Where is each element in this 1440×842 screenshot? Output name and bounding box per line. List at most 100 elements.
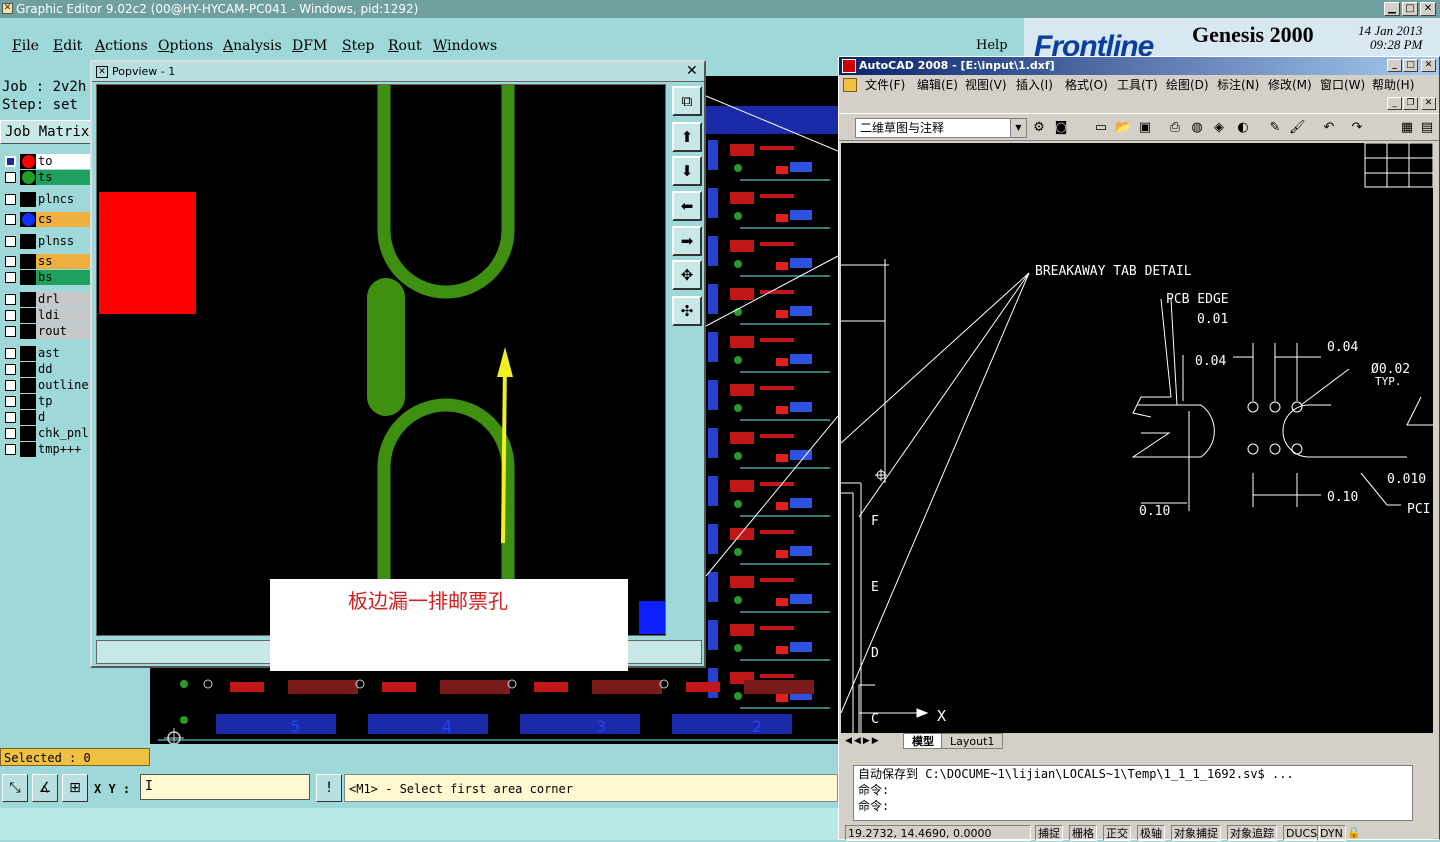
pan-right-icon[interactable]: ➡ <box>672 226 702 256</box>
lock-icon[interactable]: 🔒 <box>1347 825 1361 841</box>
autocad-drawing-area[interactable]: BREAKAWAY TAB DETAIL PCB EDGE 0.01 0.04 … <box>841 143 1433 733</box>
layer-checkbox[interactable] <box>5 412 16 423</box>
grid-icon[interactable]: ⊞ <box>62 774 88 802</box>
layer-name[interactable]: dd <box>36 362 92 377</box>
layer-checkbox[interactable] <box>5 364 16 375</box>
properties-icon[interactable]: ▤ <box>1419 120 1435 136</box>
layer-checkbox[interactable] <box>5 236 16 247</box>
window-menu-icon[interactable]: ✕ <box>96 66 108 78</box>
layer-checkbox[interactable] <box>5 326 16 337</box>
design-center-icon[interactable]: ▦ <box>1399 120 1415 136</box>
layer-checkbox[interactable] <box>5 272 16 283</box>
tab-model[interactable]: 模型 <box>903 733 943 749</box>
menu-rout[interactable]: Rout <box>388 38 422 54</box>
ac-menu-dimension[interactable]: 标注(N) <box>1217 75 1259 95</box>
status-dyn[interactable]: DYN <box>1317 825 1346 841</box>
layer-row-dd[interactable]: dd <box>0 362 92 377</box>
close-button[interactable]: ✕ <box>1420 2 1436 16</box>
layer-name[interactable]: ldi <box>36 308 92 323</box>
doc-restore-button[interactable]: ❐ <box>1403 97 1418 110</box>
status-polar[interactable]: 极轴 <box>1137 825 1165 841</box>
doc-icon[interactable] <box>843 78 857 92</box>
layer-row-ldi[interactable]: ldi <box>0 308 92 323</box>
save-icon[interactable]: ▣ <box>1137 120 1153 136</box>
plot-preview-icon[interactable]: ◍ <box>1189 120 1205 136</box>
layer-checkbox[interactable] <box>5 294 16 305</box>
workspace-settings-icon[interactable]: ⚙ <box>1031 120 1047 136</box>
menu-dfm[interactable]: DFM <box>292 38 327 54</box>
job-matrix-button[interactable]: Job Matrix <box>0 120 92 144</box>
status-otrack[interactable]: 对象追踪 <box>1227 825 1277 841</box>
layer-name[interactable]: bs <box>36 270 92 285</box>
status-ducs[interactable]: DUCS <box>1283 825 1321 841</box>
popview-close-button[interactable]: ✕ <box>686 64 698 78</box>
tab-layout1[interactable]: Layout1 <box>941 733 1004 749</box>
undo-icon[interactable]: ↶ <box>1321 120 1337 136</box>
layer-name[interactable]: ts <box>36 170 92 185</box>
autocad-close-button[interactable]: ✕ <box>1421 59 1436 72</box>
layer-name[interactable]: tmp+++ <box>36 442 92 457</box>
layer-name[interactable]: outline <box>36 378 92 393</box>
menu-analysis[interactable]: Analysis <box>223 38 282 54</box>
status-grid[interactable]: 栅格 <box>1069 825 1097 841</box>
ac-menu-window[interactable]: 窗口(W) <box>1320 75 1365 95</box>
ac-menu-insert[interactable]: 插入(I) <box>1016 75 1053 95</box>
layer-name[interactable]: tp <box>36 394 92 409</box>
redo-icon[interactable]: ↷ <box>1349 120 1365 136</box>
doc-close-button[interactable]: ✕ <box>1421 97 1436 110</box>
pan-down-icon[interactable]: ⬇ <box>672 156 702 186</box>
layer-checkbox[interactable] <box>5 214 16 225</box>
pan-up-icon[interactable]: ⬆ <box>672 122 702 152</box>
layer-row-ts[interactable]: ts <box>0 170 92 185</box>
drawing-scrollbar[interactable] <box>1433 143 1439 733</box>
layer-row-ast[interactable]: ast <box>0 346 92 361</box>
layer-name[interactable]: drl <box>36 292 92 307</box>
camera-icon[interactable]: ◙ <box>1053 120 1069 136</box>
layer-checkbox[interactable] <box>5 194 16 205</box>
layer-row-to[interactable]: to <box>0 154 92 169</box>
layer-checkbox[interactable] <box>5 310 16 321</box>
autocad-minimize-button[interactable]: _ <box>1387 59 1402 72</box>
menu-step[interactable]: Step <box>342 38 374 54</box>
cmd-line-3[interactable]: 命令: <box>858 798 1412 814</box>
minimize-button[interactable]: ▁ <box>1384 2 1400 16</box>
plot-icon[interactable]: ⎙ <box>1167 120 1183 136</box>
new-icon[interactable]: ▭ <box>1093 120 1109 136</box>
status-snap[interactable]: 捕捉 <box>1035 825 1063 841</box>
layer-checkbox[interactable] <box>5 396 16 407</box>
ac-menu-draw[interactable]: 绘图(D) <box>1166 75 1209 95</box>
layer-row-cs[interactable]: cs <box>0 212 92 227</box>
menu-file[interactable]: File <box>12 38 39 54</box>
layer-checkbox[interactable] <box>5 444 16 455</box>
publish-icon[interactable]: ◈ <box>1211 120 1227 136</box>
layer-row-plncs[interactable]: plncs <box>0 192 92 207</box>
menu-options[interactable]: Options <box>158 38 213 54</box>
open-icon[interactable]: 📂 <box>1115 120 1131 136</box>
match-properties-icon[interactable]: 🖌 <box>1289 120 1306 136</box>
layer-row-tmp[interactable]: tmp+++ <box>0 442 92 457</box>
layer-checkbox[interactable] <box>5 348 16 359</box>
zoom-out-icon[interactable]: ✥ <box>672 260 702 290</box>
layer-row-outline[interactable]: outline <box>0 378 92 393</box>
web-icon[interactable]: ◐ <box>1235 120 1251 136</box>
layer-checkbox[interactable] <box>5 256 16 267</box>
autocad-maximize-button[interactable]: □ <box>1403 59 1418 72</box>
ac-menu-view[interactable]: 视图(V) <box>965 75 1007 95</box>
layer-row-bs[interactable]: bs <box>0 270 92 285</box>
layer-checkbox[interactable] <box>5 156 16 167</box>
menu-windows[interactable]: Windows <box>433 38 497 54</box>
ac-menu-help[interactable]: 帮助(H) <box>1372 75 1414 95</box>
ac-menu-tools[interactable]: 工具(T) <box>1117 75 1158 95</box>
status-osnap[interactable]: 对象捕捉 <box>1171 825 1221 841</box>
xy-input[interactable]: I <box>140 774 310 800</box>
ac-menu-edit[interactable]: 编辑(E) <box>917 75 958 95</box>
layer-row-d[interactable]: d <box>0 410 92 425</box>
layer-row-drl[interactable]: drl <box>0 292 92 307</box>
layer-name[interactable]: plncs <box>36 192 92 207</box>
ac-menu-file[interactable]: 文件(F) <box>865 75 905 95</box>
layer-name[interactable]: cs <box>36 212 92 227</box>
popview-canvas[interactable] <box>96 84 666 636</box>
menu-edit[interactable]: Edit <box>53 38 82 54</box>
layer-checkbox[interactable] <box>5 428 16 439</box>
alert-icon[interactable]: ! <box>316 774 342 802</box>
